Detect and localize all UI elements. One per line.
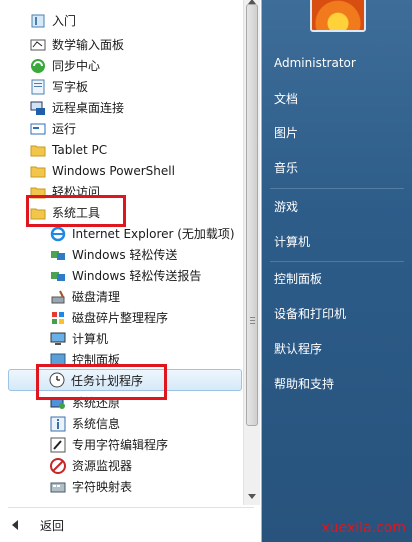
- program-list-scrollbar[interactable]: [243, 0, 260, 505]
- program-list-panel: 入门 数学输入面板 同步中心 写字板 远程桌面连接 运行 Tablet PC W…: [0, 0, 262, 542]
- folder-icon: [30, 163, 46, 179]
- program-item-remote-desktop[interactable]: 远程桌面连接: [30, 97, 124, 118]
- right-item-devices-printers[interactable]: 设备和打印机: [274, 303, 346, 323]
- right-item-music[interactable]: 音乐: [274, 157, 298, 177]
- program-item-char-editor[interactable]: 专用字符编辑程序: [50, 434, 168, 455]
- right-item-help-support[interactable]: 帮助和支持: [274, 373, 334, 393]
- program-item-getting-started[interactable]: 入门: [30, 10, 76, 31]
- program-item-system-info[interactable]: 系统信息: [50, 413, 120, 434]
- program-item-resource-monitor[interactable]: 资源监视器: [50, 455, 132, 476]
- right-item-computer[interactable]: 计算机: [274, 231, 310, 251]
- easy-transfer-icon: [50, 247, 66, 263]
- user-name[interactable]: Administrator: [274, 53, 356, 73]
- computer-icon: [50, 331, 66, 347]
- right-item-games[interactable]: 游戏: [274, 196, 298, 216]
- folder-windows-powershell[interactable]: Windows PowerShell: [30, 160, 175, 181]
- folder-tablet-pc[interactable]: Tablet PC: [30, 139, 107, 160]
- program-item-easy-transfer-report[interactable]: Windows 轻松传送报告: [50, 265, 201, 286]
- system-info-icon: [50, 416, 66, 432]
- program-item-wordpad[interactable]: 写字板: [30, 76, 88, 97]
- defragmenter-icon: [50, 310, 66, 326]
- char-editor-icon: [50, 437, 66, 453]
- back-arrow-icon: [12, 520, 18, 530]
- internet-explorer-icon: [50, 226, 66, 242]
- easy-transfer-report-icon: [50, 268, 66, 284]
- resource-monitor-icon: [50, 457, 66, 474]
- highlight-system-tools: [26, 195, 126, 227]
- wordpad-icon: [30, 79, 46, 95]
- right-item-default-programs[interactable]: 默认程序: [274, 338, 322, 358]
- divider: [8, 507, 254, 508]
- program-item-math-input[interactable]: 数学输入面板: [30, 34, 124, 55]
- sync-center-icon: [30, 58, 46, 74]
- program-item-run[interactable]: 运行: [30, 118, 76, 139]
- math-input-icon: [30, 37, 46, 53]
- program-item-disk-cleanup[interactable]: 磁盘清理: [50, 286, 120, 307]
- folder-icon: [30, 142, 46, 158]
- right-panel: Administrator 文档 图片 音乐 游戏 计算机 控制面板 设备和打印…: [262, 0, 412, 542]
- program-item-defragmenter[interactable]: 磁盘碎片整理程序: [50, 307, 168, 328]
- remote-desktop-icon: [30, 100, 46, 116]
- highlight-task-scheduler: [36, 364, 167, 400]
- disk-cleanup-icon: [50, 289, 66, 305]
- back-button[interactable]: 返回: [12, 515, 64, 535]
- program-item-computer[interactable]: 计算机: [50, 328, 108, 349]
- program-item-char-map[interactable]: 字符映射表: [50, 476, 132, 497]
- right-item-pictures[interactable]: 图片: [274, 122, 298, 142]
- program-list: 入门 数学输入面板 同步中心 写字板 远程桌面连接 运行 Tablet PC W…: [0, 0, 242, 505]
- right-item-control-panel[interactable]: 控制面板: [274, 268, 322, 288]
- program-item-sync-center[interactable]: 同步中心: [30, 55, 100, 76]
- program-item-easy-transfer[interactable]: Windows 轻松传送: [50, 244, 177, 265]
- getting-started-icon: [30, 13, 46, 29]
- scroll-grip: [250, 317, 255, 318]
- right-separator: [270, 188, 404, 189]
- watermark: xuexila.com: [321, 520, 406, 536]
- char-map-icon: [50, 479, 66, 495]
- scroll-down-arrow-icon[interactable]: [248, 494, 256, 499]
- right-item-documents[interactable]: 文档: [274, 88, 298, 108]
- run-icon: [30, 121, 46, 137]
- scrollbar-thumb[interactable]: [246, 4, 258, 426]
- right-separator: [270, 261, 404, 262]
- user-avatar[interactable]: [310, 0, 366, 32]
